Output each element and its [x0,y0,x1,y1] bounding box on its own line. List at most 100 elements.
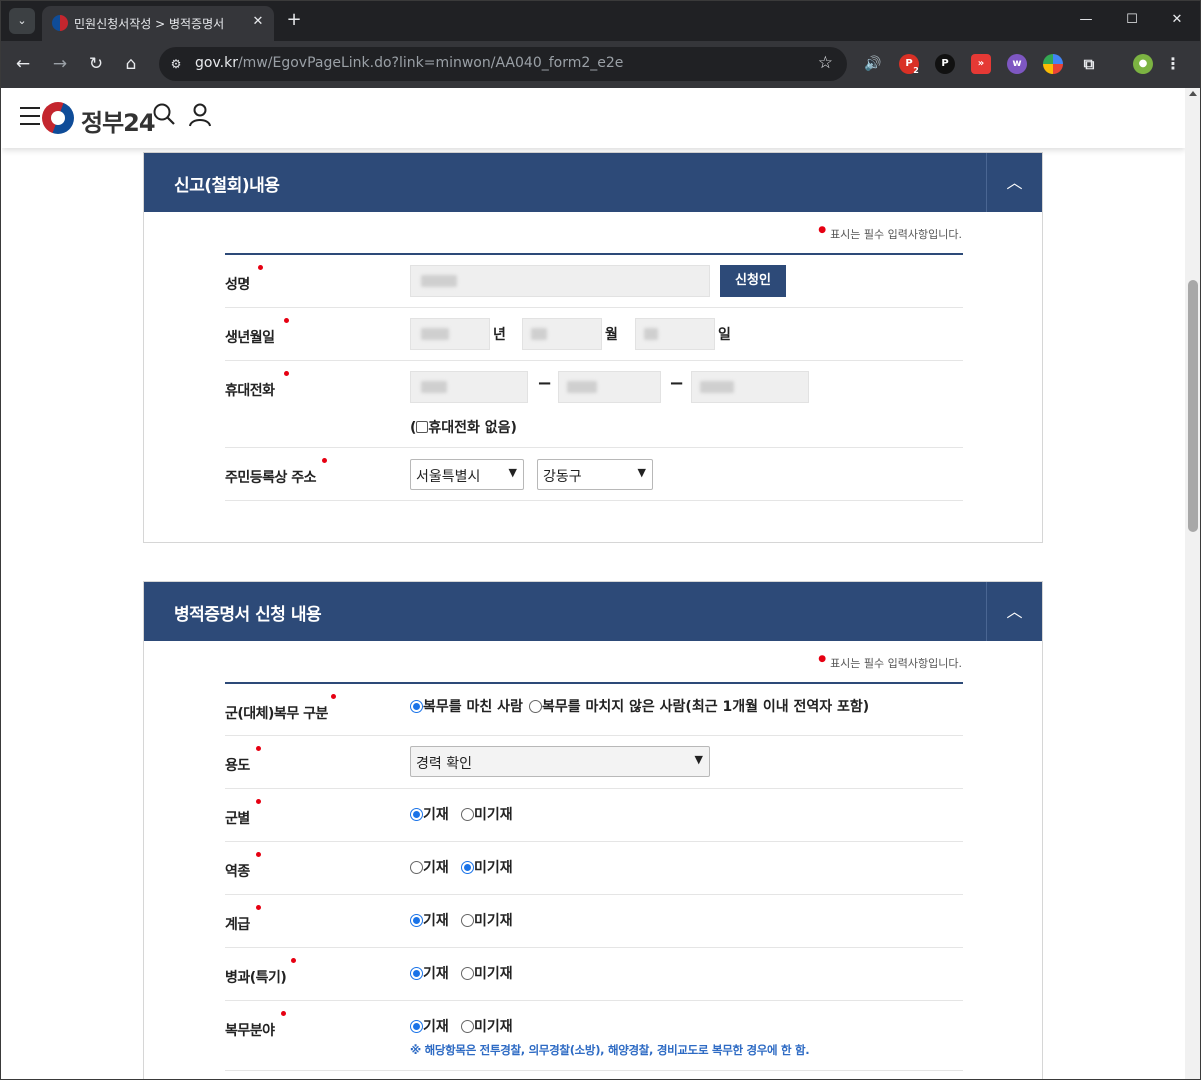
maximize-button[interactable]: ☐ [1120,9,1144,31]
search-icon[interactable] [152,102,178,128]
specialty-row: 병과(특기) 기재 미기재 [225,948,963,1001]
service-not-done-option[interactable]: 복무를 마치지 않은 사람(최근 1개월 이내 전역자 포함) [529,696,869,716]
district-select[interactable]: 강동구 ▼ [537,459,653,490]
birth-label: 생년월일 [225,330,275,346]
city-select[interactable]: 서울특별시 ▼ [410,459,524,490]
purpose-select[interactable]: 경력 확인 ▼ [410,746,710,777]
certificate-request-section: 병적증명서 신청 내용 ︿ ● 표시는 필수 입력사항입니다. 군(대체)복무 구… [143,581,1043,1079]
phone-part1-input[interactable] [410,371,528,403]
site-logo[interactable]: 정부24 [81,103,156,138]
address-row: 주민등록상 주소 서울특별시 ▼ 강동구 ▼ [225,448,963,501]
category-label: 역종 [225,864,250,880]
specialty-exclude-radio[interactable] [461,967,474,980]
category-exclude-radio[interactable] [461,861,474,874]
specialty-include-option[interactable]: 기재 [410,963,449,983]
profile-avatar-icon[interactable]: ● [1133,54,1153,74]
birth-day-input[interactable] [635,318,715,350]
branch-exclude-radio[interactable] [461,808,474,821]
page-scrollbar[interactable] [1185,88,1200,1079]
required-dot [258,265,263,270]
rank-row: 계급 기재 미기재 [225,895,963,948]
tab-search-button[interactable]: ⌄ [9,8,35,34]
rank-exclude-option[interactable]: 미기재 [461,910,513,930]
field-include-radio[interactable] [410,1020,423,1033]
rank-include-radio[interactable] [410,914,423,927]
branch-exclude-option[interactable]: 미기재 [461,804,513,824]
field-exclude-option[interactable]: 미기재 [461,1016,513,1036]
purpose-row: 용도 경력 확인 ▼ [225,736,963,789]
collapse-chevron-icon[interactable]: ︿ [986,582,1042,641]
home-button[interactable]: ⌂ [119,52,143,76]
service-field-note: ※ 해당항목은 전투경찰, 의무경찰(소방), 해양경찰, 경비교도로 복무한 … [410,1043,810,1057]
scrollbar-thumb[interactable] [1188,280,1198,532]
field-include-option[interactable]: 기재 [410,1016,449,1036]
name-label: 성명 [225,277,250,293]
required-dot [322,458,327,463]
required-dot [256,746,261,751]
phone-part3-input[interactable] [691,371,809,403]
service-type-label: 군(대체)복무 구분 [225,706,328,722]
phone-separator: − [669,373,685,394]
address-label: 주민등록상 주소 [225,470,317,486]
reload-button[interactable]: ↻ [84,52,108,76]
rank-exclude-radio[interactable] [461,914,474,927]
forward-button[interactable]: → [48,52,72,76]
tab-title: 민원신청서작성 > 병적증명서 [74,17,225,31]
name-input[interactable] [410,265,710,297]
birth-year-input[interactable] [410,318,490,350]
specialty-label: 병과(특기) [225,970,287,986]
close-window-button[interactable]: ✕ [1165,9,1189,31]
category-include-radio[interactable] [410,861,423,874]
required-dot [256,852,261,857]
extension-badge: 2 [913,66,919,75]
menu-icon[interactable] [20,107,40,125]
birth-month-input[interactable] [522,318,602,350]
minimize-button[interactable]: — [1074,9,1098,31]
birth-row: 생년월일 년 월 일 [225,308,963,361]
address-bar[interactable]: ⚙ gov.kr/mw/EgovPageLink.do?link=minwon/… [159,47,847,81]
scroll-up-arrow-icon[interactable] [1189,91,1197,96]
extension-w-icon[interactable]: w [1007,54,1027,74]
site-info-icon[interactable]: ⚙ [167,55,185,73]
no-phone-checkbox[interactable] [416,421,429,433]
extension-forward-icon[interactable]: » [971,54,991,74]
service-not-done-radio[interactable] [529,700,542,713]
browser-toolbar: ← → ↻ ⌂ ⚙ gov.kr/mw/EgovPageLink.do?link… [1,41,1200,88]
extension-p-icon[interactable]: P [935,54,955,74]
service-done-option[interactable]: 복무를 마친 사람 [410,696,523,716]
report-content-section: 신고(철회)내용 ︿ ● 표시는 필수 입력사항입니다. 성명 신청인 생년월일 … [143,152,1043,543]
chrome-menu-icon[interactable]: ⋮ [1163,54,1183,74]
extension-color-icon[interactable] [1043,54,1063,74]
specialty-exclude-option[interactable]: 미기재 [461,963,513,983]
extensions-puzzle-icon[interactable]: ⧉ [1079,54,1099,74]
required-dot [281,1011,286,1016]
url-text[interactable]: gov.kr/mw/EgovPageLink.do?link=minwon/AA… [195,55,623,71]
taegeuk-logo-icon[interactable] [42,102,74,134]
section-header: 병적증명서 신청 내용 ︿ [144,582,1042,641]
field-exclude-radio[interactable] [461,1020,474,1033]
collapse-chevron-icon[interactable]: ︿ [986,153,1042,212]
close-tab-icon[interactable]: ✕ [249,13,267,31]
bookmark-star-icon[interactable]: ☆ [818,53,833,73]
branch-include-option[interactable]: 기재 [410,804,449,824]
required-note: ● 표시는 필수 입력사항입니다. [818,654,962,670]
chevron-down-icon: ▼ [508,466,517,479]
speaker-icon[interactable]: 🔊 [863,54,883,74]
new-tab-button[interactable]: + [283,9,305,31]
branch-include-radio[interactable] [410,808,423,821]
service-field-label: 복무분야 [225,1023,275,1039]
site-header: 정부24 [2,88,1185,148]
user-icon[interactable] [187,102,213,128]
chevron-down-icon: ▼ [694,753,703,766]
rank-include-option[interactable]: 기재 [410,910,449,930]
specialty-include-radio[interactable] [410,967,423,980]
back-button[interactable]: ← [11,52,35,76]
day-unit: 일 [718,327,731,343]
category-exclude-option[interactable]: 미기재 [461,857,513,877]
service-done-radio[interactable] [410,700,423,713]
category-include-option[interactable]: 기재 [410,857,449,877]
phone-row: 휴대전화 − − (휴대전화 없음) [225,361,963,448]
active-tab[interactable]: 민원신청서작성 > 병적증명서 ✕ [42,6,274,41]
phone-part2-input[interactable] [558,371,661,403]
applicant-button[interactable]: 신청인 [720,265,786,297]
